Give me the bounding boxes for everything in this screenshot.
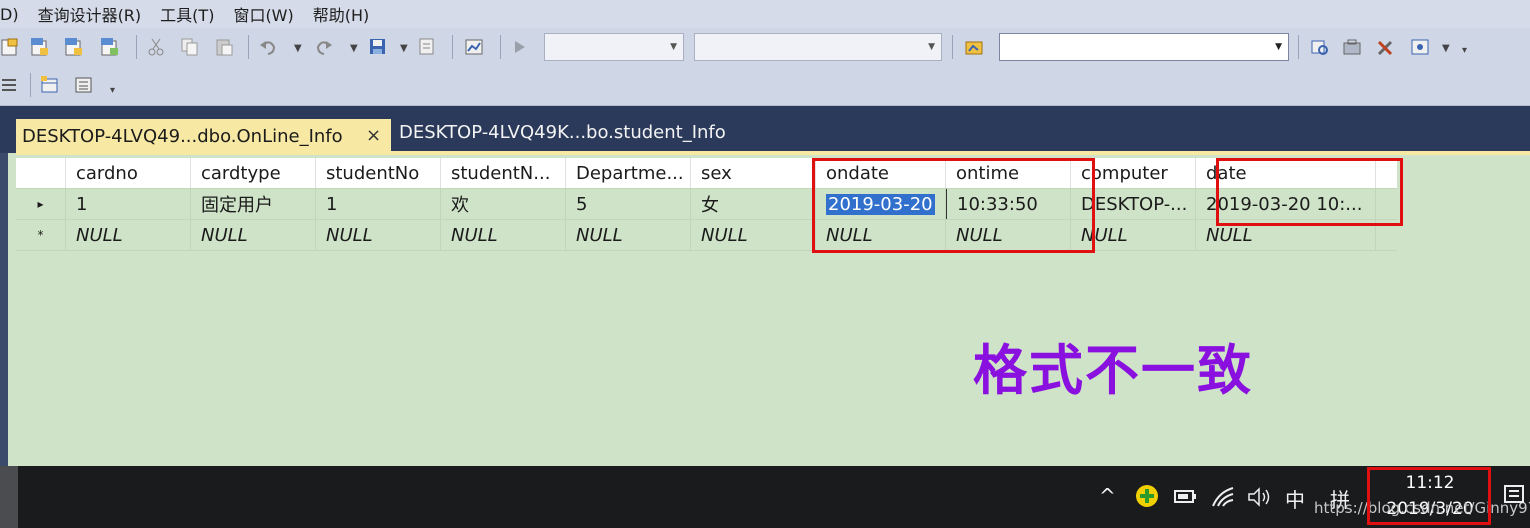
tab-label: DESKTOP-4LVQ49...dbo.OnLine_Info — [22, 125, 343, 147]
menu-item-tools[interactable]: 工具(T) — [150, 2, 223, 26]
chevron-down-icon: ▼ — [928, 42, 935, 52]
toolbar-separator — [500, 35, 501, 59]
column-header[interactable]: cardno — [66, 158, 191, 188]
row-selector-header[interactable] — [16, 158, 66, 188]
mdx-query-icon[interactable] — [30, 37, 50, 57]
notification-icon[interactable] — [1503, 484, 1525, 513]
annotation-text: 格式不一致 — [973, 338, 1253, 402]
new-query-icon[interactable] — [0, 37, 20, 57]
column-header[interactable]: studentNo — [316, 158, 441, 188]
window-icon[interactable] — [1410, 37, 1430, 57]
taskbar-left-edge — [0, 466, 18, 528]
redo-dropdown-icon[interactable]: ▼ — [350, 43, 358, 54]
results-grid-icon[interactable] — [464, 37, 484, 57]
xmla-query-icon[interactable] — [100, 37, 120, 57]
object-explorer-icon[interactable] — [1310, 37, 1330, 57]
column-header[interactable]: sex — [691, 158, 816, 188]
toolbox-icon[interactable] — [1342, 37, 1362, 57]
menu-item-query-designer[interactable]: 查询设计器(R) — [28, 2, 151, 26]
cut-icon[interactable] — [146, 37, 166, 57]
menu-item-partial[interactable]: D) — [0, 5, 28, 24]
list-icon[interactable] — [0, 75, 20, 95]
object-combo[interactable]: ▼ — [694, 33, 942, 61]
close-icon[interactable]: × — [366, 125, 381, 146]
window-left-edge — [0, 153, 8, 468]
grid-cell-null[interactable]: NULL — [66, 220, 191, 250]
grid-cell-null[interactable]: NULL — [691, 220, 816, 250]
row-indicator-icon[interactable]: ▸ — [16, 189, 66, 219]
grid-cell[interactable]: 女 — [691, 189, 816, 219]
wrench-icon[interactable] — [1376, 37, 1396, 57]
results-grid: cardno cardtype studentNo studentN... De… — [16, 158, 1397, 251]
grid-cell[interactable]: 5 — [566, 189, 691, 219]
tab-underline — [16, 151, 1530, 155]
toolbar-separator — [452, 35, 453, 59]
grid-cell-null[interactable]: NULL — [316, 220, 441, 250]
column-header[interactable]: Departme... — [566, 158, 691, 188]
column-header[interactable]: studentN... — [441, 158, 566, 188]
menu-bar: D) 查询设计器(R) 工具(T) 窗口(W) 帮助(H) — [0, 0, 1530, 28]
toolbar-overflow-icon[interactable]: ▾ — [110, 85, 115, 96]
toolbar-separator — [248, 35, 249, 59]
menu-item-help[interactable]: 帮助(H) — [303, 2, 379, 26]
grid-cell[interactable]: 欢 — [441, 189, 566, 219]
tray-app-icon[interactable] — [1134, 483, 1160, 514]
annotation-box-clock — [1367, 467, 1491, 525]
grid-cell[interactable]: 1 — [316, 189, 441, 219]
table-row-new: * NULL NULL NULL NULL NULL NULL NULL NUL… — [16, 220, 1397, 251]
grid-cell[interactable]: 1 — [66, 189, 191, 219]
save-dropdown-icon[interactable]: ▼ — [400, 43, 408, 54]
find-icon[interactable] — [418, 37, 438, 57]
chevron-down-icon: ▼ — [670, 42, 677, 52]
battery-icon[interactable] — [1172, 486, 1198, 511]
menu-item-window[interactable]: 窗口(W) — [223, 2, 302, 26]
toolbar-separator — [952, 35, 953, 59]
undo-dropdown-icon[interactable]: ▼ — [294, 43, 302, 54]
document-tab-strip: DESKTOP-4LVQ49...dbo.OnLine_Info × DESKT… — [0, 106, 1530, 153]
ime-chinese-icon[interactable]: 中 — [1285, 484, 1305, 513]
copy-icon[interactable] — [180, 37, 200, 57]
tab-online-info[interactable]: DESKTOP-4LVQ49...dbo.OnLine_Info × — [16, 119, 391, 153]
standard-toolbar: ▼ ▼ ▼ ▼ ▼ ▼ ▼ ▾ — [0, 28, 1530, 66]
database-combo[interactable]: ▼ — [544, 33, 684, 61]
tab-student-info[interactable]: DESKTOP-4LVQ49K...bo.student_Info — [399, 122, 726, 143]
grid-cell[interactable]: 固定用户 — [191, 189, 316, 219]
volume-icon[interactable] — [1246, 486, 1272, 513]
execute-icon[interactable] — [510, 37, 530, 57]
annotation-box-date — [1216, 158, 1403, 226]
grid-header-row: cardno cardtype studentNo studentN... De… — [16, 158, 1397, 189]
new-table-icon[interactable] — [40, 75, 60, 95]
chevron-down-icon: ▼ — [1275, 42, 1282, 52]
undo-icon[interactable] — [258, 37, 278, 57]
search-combo[interactable]: ▼ — [999, 33, 1289, 61]
paste-icon[interactable] — [214, 37, 234, 57]
toolbar-overflow-icon[interactable]: ▾ — [1462, 45, 1467, 56]
tray-expand-icon[interactable]: ^ — [1099, 484, 1116, 508]
properties-icon[interactable] — [964, 37, 984, 57]
annotation-box-ondate-ontime — [812, 158, 1095, 253]
column-header[interactable]: cardtype — [191, 158, 316, 188]
redo-icon[interactable] — [314, 37, 334, 57]
grid-cell-null[interactable]: NULL — [441, 220, 566, 250]
wifi-icon[interactable] — [1211, 486, 1235, 513]
grid-cell-null[interactable]: NULL — [566, 220, 691, 250]
manage-indexes-icon[interactable] — [74, 75, 94, 95]
toolbar-separator — [30, 73, 31, 97]
grid-cell-null[interactable]: NULL — [191, 220, 316, 250]
new-row-icon[interactable]: * — [16, 220, 66, 250]
taskbar: ^ 中 拼 11:12 2019/3/20 https://blog.csdn.… — [0, 466, 1530, 528]
designer-toolbar: ▾ — [0, 66, 1530, 106]
save-icon[interactable] — [368, 37, 388, 57]
toolbar-separator — [136, 35, 137, 59]
toolbar-separator — [1298, 35, 1299, 59]
table-row: ▸ 1 固定用户 1 欢 5 女 2019-03-20 10:33:50 DES… — [16, 189, 1397, 220]
dmx-query-icon[interactable] — [64, 37, 84, 57]
window-dropdown-icon[interactable]: ▼ — [1442, 43, 1450, 54]
